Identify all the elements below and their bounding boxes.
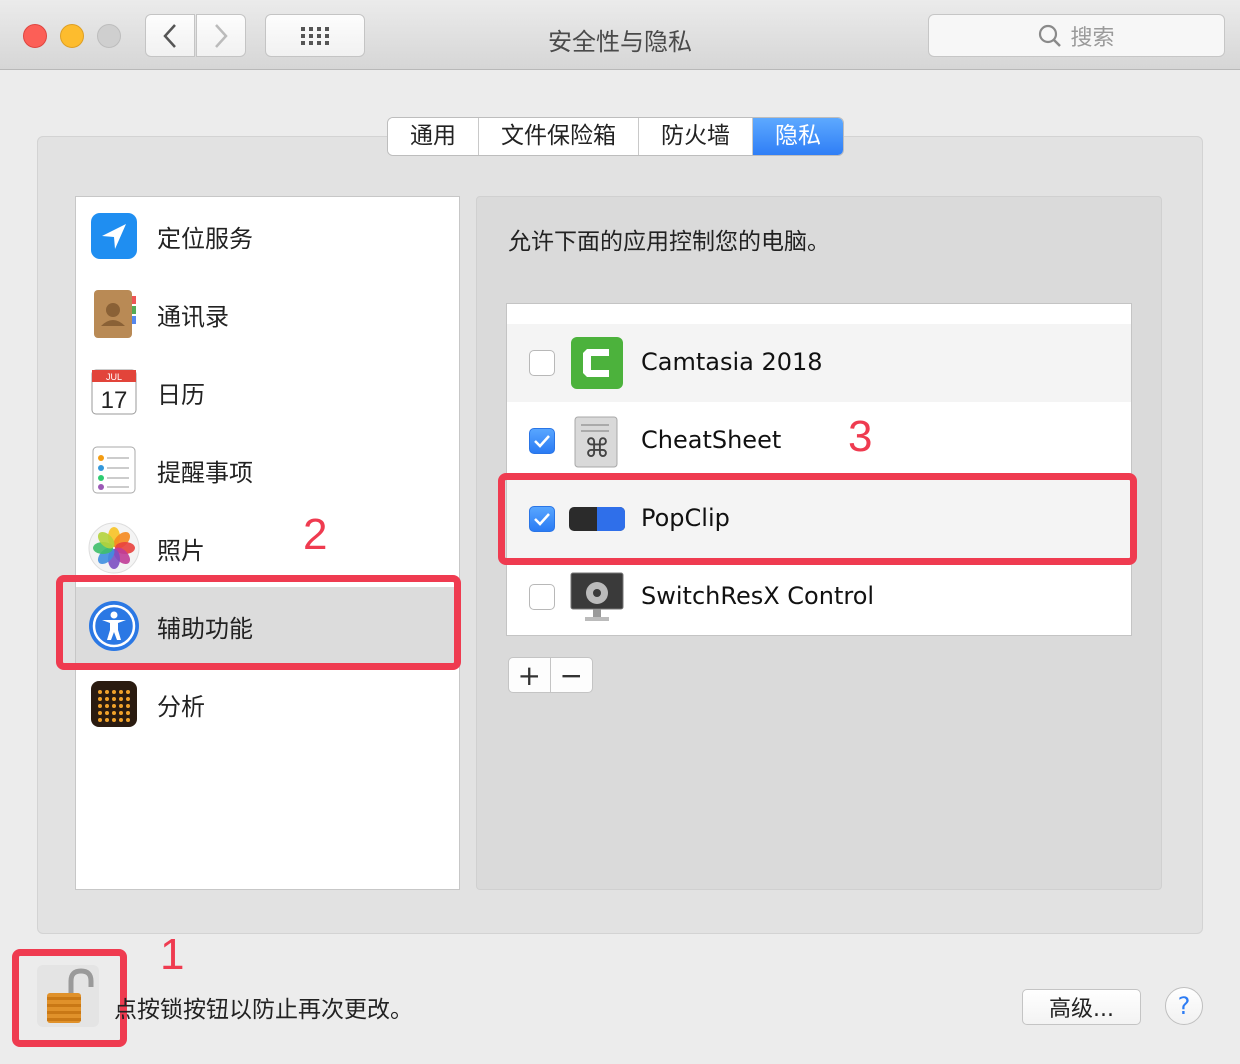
sidebar-item-label: 通讯录 bbox=[157, 302, 229, 331]
chevron-right-icon bbox=[215, 23, 228, 48]
privacy-category-list: 定位服务 通讯录 JUL 17 日历 提醒事项 照片 辅助功能 分析 bbox=[75, 196, 460, 890]
contacts-book-icon bbox=[94, 290, 136, 338]
app-name: SwitchResX Control bbox=[641, 582, 875, 610]
app-name: CheatSheet bbox=[641, 426, 782, 454]
lock-button[interactable] bbox=[37, 965, 99, 1027]
annotation-box-popclip bbox=[498, 473, 1137, 565]
sidebar-item-contacts[interactable]: 通讯录 bbox=[76, 275, 459, 353]
pane-description: 允许下面的应用控制您的电脑。 bbox=[508, 229, 830, 255]
tab-privacy[interactable]: 隐私 bbox=[753, 118, 843, 155]
app-name: Camtasia 2018 bbox=[641, 348, 823, 376]
search-field[interactable]: 搜索 bbox=[928, 14, 1225, 57]
minimize-window-button[interactable] bbox=[60, 24, 84, 48]
help-button[interactable]: ? bbox=[1165, 987, 1203, 1025]
sidebar-item-label: 分析 bbox=[157, 692, 205, 721]
calendar-day: 17 bbox=[101, 387, 128, 414]
sidebar-item-label: 照片 bbox=[157, 536, 205, 565]
close-window-button[interactable] bbox=[23, 24, 47, 48]
table-row[interactable]: Camtasia 2018 bbox=[507, 324, 1131, 402]
table-row[interactable]: SwitchResX Control bbox=[507, 558, 1131, 635]
table-row[interactable]: ⌘ CheatSheet bbox=[507, 402, 1131, 480]
calendar-icon: JUL 17 bbox=[91, 369, 137, 415]
camtasia-icon bbox=[571, 337, 623, 389]
app-icon-partial bbox=[569, 303, 609, 310]
annotation-number-2: 2 bbox=[303, 510, 328, 559]
add-app-button[interactable]: + bbox=[509, 658, 551, 692]
app-checkbox[interactable] bbox=[529, 584, 555, 610]
app-checkbox[interactable] bbox=[529, 350, 555, 376]
zoom-window-button[interactable] bbox=[97, 24, 121, 48]
sidebar-item-analytics[interactable]: 分析 bbox=[76, 665, 459, 743]
sidebar-item-label: 提醒事项 bbox=[157, 458, 253, 487]
search-placeholder: 搜索 bbox=[1070, 25, 1115, 51]
tab-general[interactable]: 通用 bbox=[388, 118, 479, 155]
reminders-list-icon bbox=[92, 446, 136, 494]
add-remove-control: + − bbox=[508, 657, 593, 693]
grid-icon bbox=[301, 26, 329, 45]
analytics-dots-icon bbox=[91, 681, 137, 727]
search-icon bbox=[1039, 24, 1062, 47]
unlocked-padlock-icon bbox=[47, 968, 94, 1023]
forward-button[interactable] bbox=[196, 14, 246, 57]
annotation-box-accessibility bbox=[56, 575, 461, 670]
sidebar-item-label: 日历 bbox=[157, 380, 205, 409]
sidebar-item-calendar[interactable]: JUL 17 日历 bbox=[76, 353, 459, 431]
sidebar-item-location[interactable]: 定位服务 bbox=[76, 197, 459, 275]
lock-hint-text: 点按锁按钮以防止再次更改。 bbox=[114, 997, 413, 1023]
annotation-number-1: 1 bbox=[160, 930, 185, 979]
cheatsheet-icon: ⌘ bbox=[574, 416, 618, 468]
remove-app-button[interactable]: − bbox=[551, 658, 593, 692]
app-list[interactable]: Camtasia 2018 ⌘ CheatSheet PopClip Switc… bbox=[506, 303, 1132, 636]
tab-bar: 通用 文件保险箱 防火墙 隐私 bbox=[387, 117, 844, 156]
tab-filevault[interactable]: 文件保险箱 bbox=[479, 118, 639, 155]
sidebar-item-reminders[interactable]: 提醒事项 bbox=[76, 431, 459, 509]
app-checkbox[interactable] bbox=[529, 428, 555, 454]
calendar-month: JUL bbox=[106, 372, 122, 382]
photos-flower-icon bbox=[88, 522, 140, 574]
checkmark-icon bbox=[534, 435, 550, 448]
back-button[interactable] bbox=[145, 14, 195, 57]
chevron-left-icon bbox=[163, 23, 176, 48]
advanced-button[interactable]: 高级... bbox=[1022, 989, 1141, 1025]
location-arrow-icon bbox=[91, 213, 137, 259]
annotation-number-3: 3 bbox=[848, 412, 873, 461]
switchresx-icon bbox=[570, 572, 624, 621]
tab-firewall[interactable]: 防火墙 bbox=[639, 118, 753, 155]
title-bar: 安全性与隐私 搜索 bbox=[0, 0, 1240, 70]
svg-text:⌘: ⌘ bbox=[584, 434, 610, 464]
sidebar-item-label: 定位服务 bbox=[157, 224, 253, 253]
table-row bbox=[507, 303, 1131, 324]
show-all-button[interactable] bbox=[265, 14, 365, 57]
